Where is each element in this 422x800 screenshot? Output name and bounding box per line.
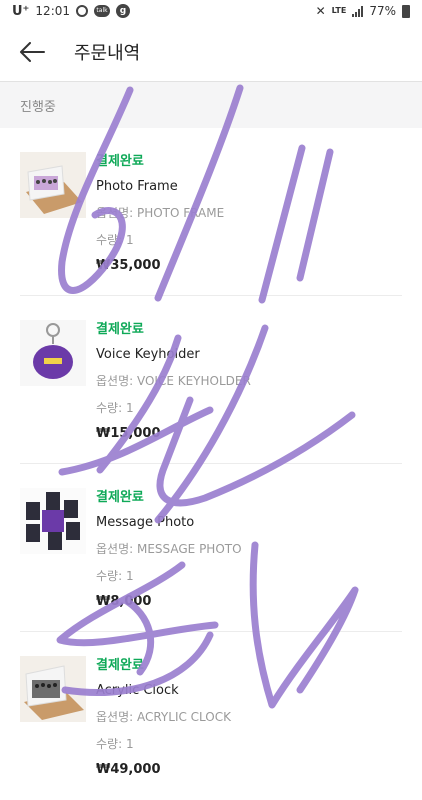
page-title: 주문내역 (74, 42, 141, 64)
order-info: 결제완료 Photo Frame 옵션명: PHOTO FRAME 수량: 1 … (96, 150, 224, 273)
order-status: 결제완료 (96, 154, 144, 169)
product-thumbnail (20, 152, 86, 218)
order-status: 결제완료 (96, 322, 144, 337)
talk-icon: talk (94, 5, 111, 17)
order-info: 결제완료 Acrylic Clock 옵션명: ACRYLIC CLOCK 수량… (96, 654, 231, 777)
product-quantity: 수량: 1 (96, 401, 134, 415)
order-item[interactable]: 결제완료 Photo Frame 옵션명: PHOTO FRAME 수량: 1 … (20, 128, 402, 296)
notification-icon (76, 5, 89, 17)
network-label: LTE (331, 6, 347, 15)
order-status: 결제완료 (96, 658, 144, 673)
product-name: Voice Keyholder (96, 347, 200, 362)
order-info: 결제완료 Message Photo 옵션명: MESSAGE PHOTO 수량… (96, 486, 242, 609)
order-status: 결제완료 (96, 490, 144, 505)
status-left: U⁺ 12:01 talk g (12, 3, 131, 19)
clock: 12:01 (35, 4, 71, 18)
product-price: ₩49,000 (96, 762, 161, 777)
product-option: 옵션명: VOICE KEYHOLDER (96, 374, 251, 388)
status-right: ✕ LTE 77% (316, 4, 410, 18)
product-price: ₩8,000 (96, 594, 152, 609)
product-quantity: 수량: 1 (96, 569, 134, 583)
product-option: 옵션명: MESSAGE PHOTO (96, 542, 242, 556)
product-quantity: 수량: 1 (96, 737, 134, 751)
product-option: 옵션명: ACRYLIC CLOCK (96, 710, 232, 724)
product-price: ₩35,000 (96, 258, 161, 273)
product-price: ₩15,000 (96, 426, 161, 441)
product-option: 옵션명: PHOTO FRAME (96, 206, 225, 220)
app-header: 주문내역 (0, 22, 422, 82)
status-bar: U⁺ 12:01 talk g ✕ LTE 77% (0, 0, 422, 22)
order-info: 결제완료 Voice Keyholder 옵션명: VOICE KEYHOLDE… (96, 318, 251, 441)
product-name: Message Photo (96, 515, 195, 530)
signal-icon (352, 5, 364, 17)
product-thumbnail (20, 656, 86, 722)
product-thumbnail (20, 488, 86, 554)
section-label: 진행중 (20, 99, 56, 115)
order-item[interactable]: 결제완료 Message Photo 옵션명: MESSAGE PHOTO 수량… (20, 464, 402, 632)
carrier-label: U⁺ (12, 3, 30, 19)
battery-icon (402, 4, 410, 18)
order-item[interactable]: 결제완료 Voice Keyholder 옵션명: VOICE KEYHOLDE… (20, 296, 402, 464)
battery-label: 77% (369, 4, 396, 18)
mute-icon: ✕ (315, 4, 326, 18)
product-quantity: 수량: 1 (96, 233, 134, 247)
product-name: Acrylic Clock (96, 683, 179, 698)
product-thumbnail (20, 320, 86, 386)
g-app-icon: g (116, 4, 131, 18)
product-name: Photo Frame (96, 179, 178, 194)
back-arrow-icon[interactable] (12, 32, 52, 72)
section-header: 진행중 (0, 82, 422, 128)
order-item[interactable]: 결제완료 Acrylic Clock 옵션명: ACRYLIC CLOCK 수량… (20, 632, 402, 800)
